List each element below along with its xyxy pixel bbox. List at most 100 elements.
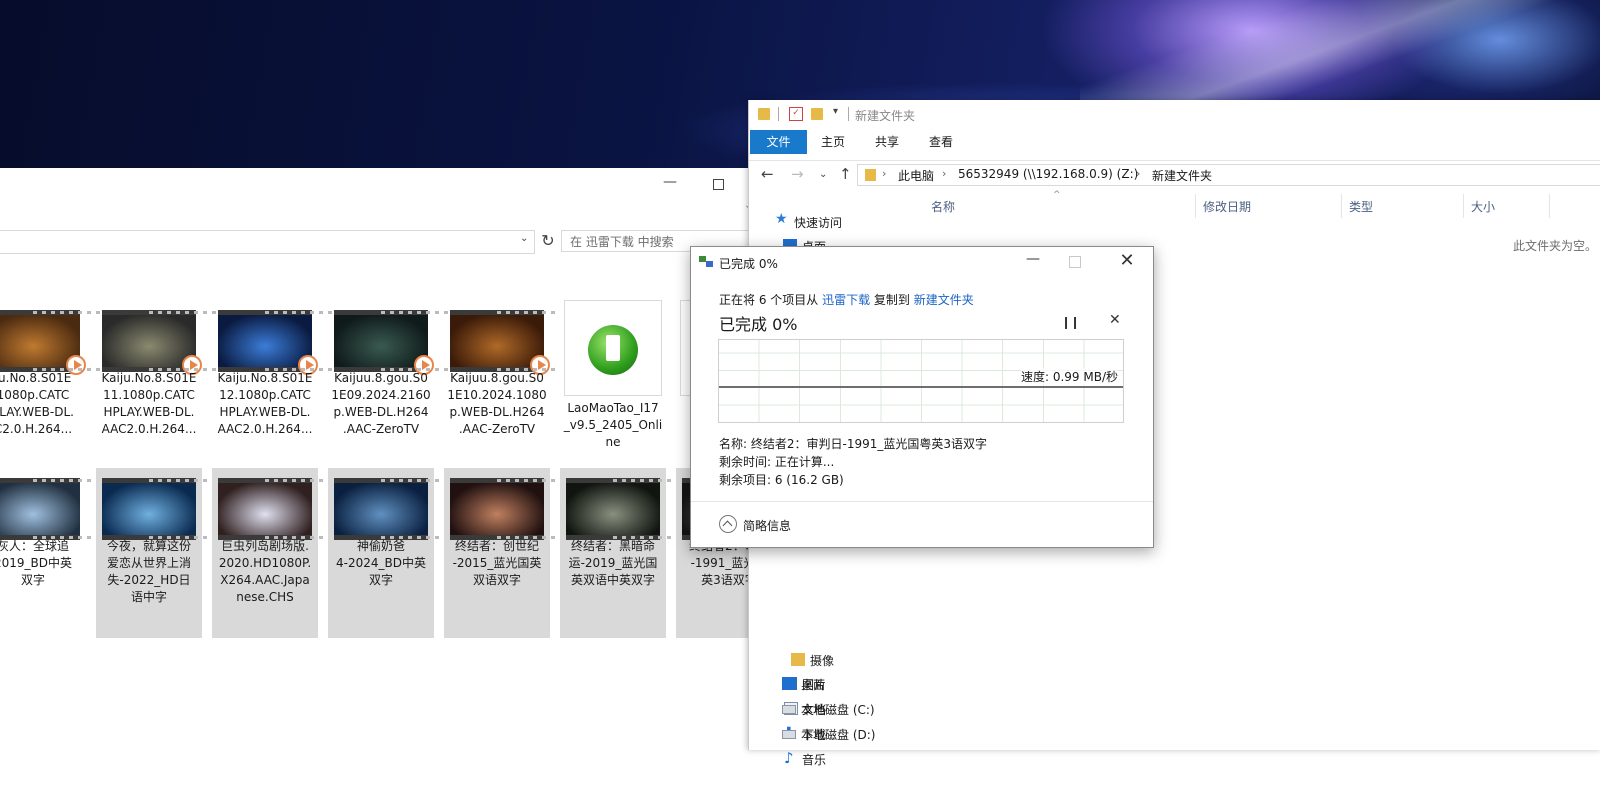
refresh-icon[interactable]: ↻	[537, 230, 559, 252]
dialog-title: 已完成 0%	[719, 257, 778, 271]
file-item[interactable]: Kaiju.No.8.S01E 12.1080p.CATC HPLAY.WEB-…	[212, 300, 359, 470]
column-header-name[interactable]: 名称	[931, 198, 955, 215]
recent-locations-chevron-icon[interactable]: ⌄	[819, 169, 827, 180]
minimize-button[interactable]: —	[660, 174, 680, 194]
nav-item-downloads[interactable]: ⬇ 下载	[749, 722, 913, 746]
nav-item-camera[interactable]: 摄像	[749, 648, 913, 672]
tab-file[interactable]: 文件	[750, 130, 807, 154]
breadcrumb-network-drive[interactable]: 56532949 (\\192.168.0.9) (Z:)	[958, 167, 1138, 181]
copy-summary-prefix: 正在将 6 个项目从	[719, 293, 823, 307]
column-divider[interactable]	[1341, 194, 1342, 218]
maximize-icon	[713, 179, 724, 190]
toolbar-separator	[848, 107, 849, 121]
file-name: Kaiju.No.8.S01E 12.1080p.CATC HPLAY.WEB-…	[217, 371, 313, 436]
file-name: 巨虫列岛剧场版. 2020.HD1080P. X264.AAC.Japa nes…	[218, 539, 312, 604]
quick-access-dropdown-icon[interactable]: ▾	[833, 106, 838, 117]
file-item[interactable]: Kaijuu.8.gou.S0 1E09.2024.2160 p.WEB-DL.…	[328, 300, 475, 470]
file-item[interactable]: 今夜，就算这份 爱恋从世界上消 失-2022_HD日 语中字	[96, 468, 243, 638]
ribbon-tabs: 文件 主页 共享 查看	[749, 130, 1600, 154]
copy-progress-dialog: 已完成 0% — ✕ 正在将 6 个项目从 迅雷下载 复制到 新建文件夹 已完成…	[690, 246, 1154, 548]
folder-icon	[865, 169, 876, 181]
pictures-icon	[783, 677, 797, 690]
video-thumbnail	[566, 478, 707, 540]
breadcrumb-separator-icon[interactable]: ›	[882, 167, 886, 180]
video-thumbnail	[334, 478, 475, 540]
column-divider[interactable]	[1195, 194, 1196, 218]
file-item[interactable]: 巨虫列岛剧场版. 2020.HD1080P. X264.AAC.Japa nes…	[212, 468, 359, 638]
copy-summary: 正在将 6 个项目从 迅雷下载 复制到 新建文件夹	[719, 291, 974, 308]
nav-item-documents[interactable]: 文档	[749, 697, 913, 721]
tab-view[interactable]: 查看	[921, 130, 961, 154]
file-name: Kaijuu.8.gou.S0 1E10.2024.1080 p.WEB-DL.…	[447, 371, 547, 436]
window-title: 新建文件夹	[855, 109, 916, 123]
video-thumbnail	[450, 310, 591, 375]
tab-home[interactable]: 主页	[813, 130, 853, 154]
music-icon: ♪	[784, 749, 794, 767]
video-thumbnail	[218, 478, 359, 540]
file-name: Kaiju.No.8.S01E 11.1080p.CATC HPLAY.WEB-…	[101, 371, 197, 436]
navigation-bar: ← → ⌄ ↑ › 此电脑 › 56532949 (\\192.168.0.9)…	[749, 160, 1600, 191]
empty-folder-message: 此文件夹为空。	[1513, 239, 1598, 253]
destination-folder-link[interactable]: 新建文件夹	[914, 293, 974, 307]
column-header-type[interactable]: 类型	[1349, 198, 1373, 215]
time-remaining: 剩余时间: 正在计算...	[719, 455, 835, 469]
properties-check-icon[interactable]: ✓	[789, 107, 803, 121]
column-header-size[interactable]: 大小	[1471, 198, 1495, 215]
folder-icon	[791, 653, 805, 666]
left-address-bar[interactable]: ⌄	[0, 230, 535, 254]
column-header-modified[interactable]: 修改日期	[1203, 198, 1251, 215]
toolbar-separator	[778, 107, 779, 121]
file-name: 今夜，就算这份 爱恋从世界上消 失-2022_HD日 语中字	[106, 539, 191, 604]
video-thumbnail	[450, 478, 591, 540]
file-item[interactable]: 灰人：全球追 2019_BD中英 双字	[0, 468, 127, 638]
tab-share[interactable]: 共享	[867, 130, 907, 154]
pause-button[interactable]: ❙❙	[1061, 315, 1080, 329]
address-dropdown-icon[interactable]: ⌄	[520, 233, 528, 244]
file-name: 神偷奶爸 4-2024_BD中英 双字	[336, 539, 426, 587]
minimize-button[interactable]: —	[1023, 251, 1043, 267]
dialog-footer: 简略信息	[691, 501, 1153, 548]
documents-icon	[784, 702, 798, 715]
file-item[interactable]: LaoMaoTao_I17 _v9.5_2405_Onli ne	[560, 300, 666, 470]
collapse-details-chevron-icon[interactable]	[719, 515, 737, 533]
transfer-speed-graph: 速度: 0.99 MB/秒	[718, 339, 1124, 423]
file-item[interactable]: ju.No.8.S01E 1080p.CATC PLAY.WEB-DL. C2.…	[0, 300, 127, 470]
column-divider[interactable]	[1463, 194, 1464, 218]
breadcrumb-new-folder[interactable]: 新建文件夹	[1152, 167, 1212, 184]
breadcrumb-separator-icon[interactable]: ›	[942, 167, 946, 180]
maximize-button-disabled	[1069, 256, 1081, 268]
file-item[interactable]: Kaiju.No.8.S01E 11.1080p.CATC HPLAY.WEB-…	[96, 300, 243, 470]
file-name: 终结者：黑暗命 运-2019_蓝光国 英双语中英双字	[568, 539, 658, 587]
fewer-details-button[interactable]: 简略信息	[743, 517, 791, 534]
file-item[interactable]: 终结者：黑暗命 运-2019_蓝光国 英双语中英双字	[560, 468, 707, 638]
new-folder-icon[interactable]	[811, 108, 823, 120]
breadcrumb-separator-icon[interactable]: ›	[1136, 167, 1140, 180]
forward-arrow-icon[interactable]: →	[791, 165, 804, 183]
source-folder-link[interactable]: 迅雷下载	[822, 293, 870, 307]
up-arrow-icon[interactable]: ↑	[839, 165, 852, 183]
nav-item-quick-access[interactable]: ★ 快速访问	[749, 210, 913, 234]
nav-item-label: 图片	[802, 678, 827, 692]
file-item[interactable]: 神偷奶爸 4-2024_BD中英 双字	[328, 468, 475, 638]
cancel-copy-button[interactable]: ✕	[1109, 312, 1121, 328]
video-thumbnail	[218, 310, 359, 375]
nav-item-label: 快速访问	[794, 216, 843, 230]
copy-transfer-icon	[699, 256, 713, 267]
sort-ascending-icon: ^	[1053, 190, 1061, 200]
right-window-titlebar: ✓ ▾ 新建文件夹	[749, 100, 1600, 130]
nav-item-desktop-2[interactable]	[749, 772, 913, 796]
breadcrumb-this-pc[interactable]: 此电脑	[898, 167, 934, 184]
maximize-button[interactable]	[708, 174, 728, 194]
address-bar[interactable]: › 此电脑 › 56532949 (\\192.168.0.9) (Z:) › …	[857, 164, 1600, 186]
nav-item-pictures[interactable]: 图片	[749, 672, 913, 696]
file-item[interactable]: Kaijuu.8.gou.S0 1E10.2024.1080 p.WEB-DL.…	[444, 300, 591, 470]
nav-item-music[interactable]: ♪ 音乐	[749, 747, 913, 771]
file-name: 终结者：创世纪 -2015_蓝光国英 双语双字	[452, 539, 542, 587]
speed-line	[719, 386, 1123, 388]
usb-drive-icon	[588, 325, 638, 375]
file-name: Kaijuu.8.gou.S0 1E09.2024.2160 p.WEB-DL.…	[331, 371, 431, 436]
column-divider[interactable]	[1549, 194, 1550, 218]
back-arrow-icon[interactable]: ←	[761, 165, 774, 183]
file-item[interactable]: 终结者：创世纪 -2015_蓝光国英 双语双字	[444, 468, 591, 638]
close-button[interactable]: ✕	[1117, 250, 1137, 271]
